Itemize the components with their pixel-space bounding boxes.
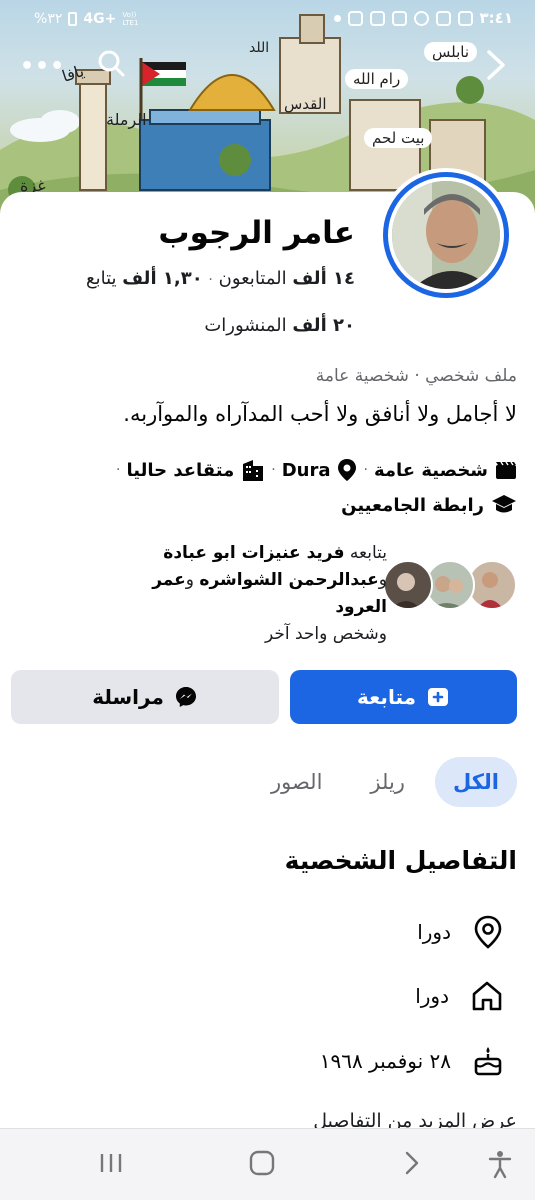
mutual-avatars — [383, 560, 517, 648]
fact-work: متقاعد حاليا — [126, 458, 265, 482]
location-pin-icon — [474, 915, 502, 949]
mutual-prefix: يتابعه — [349, 543, 387, 563]
cover-label: اللد — [249, 40, 270, 56]
person-photo — [392, 573, 420, 608]
whatsapp-icon — [413, 10, 429, 26]
section-title: التفاصيل الشخصية — [284, 846, 517, 875]
status-bar: %٣٢ 4G+ Vo)) LTE1 ٣:٤١ — [0, 0, 535, 40]
accessibility-icon — [488, 1151, 512, 1179]
profile-bio: لا أجامل ولا أنافق ولا أحب المدآراه والم… — [123, 402, 517, 426]
mutual-suffix: وشخص واحد آخر — [264, 624, 387, 644]
cover-label: نابلس — [424, 42, 478, 62]
profile-tabs: الكل ريلز الصور — [253, 757, 517, 807]
status-right: ٣:٤١ — [333, 9, 513, 27]
person-photo — [392, 181, 500, 289]
system-nav-bar — [0, 1128, 535, 1200]
fact-work-label: متقاعد حاليا — [126, 459, 235, 481]
follow-stats: ١٤ ألف المتابعون · ١,٣٠ ألف يتابع — [86, 268, 355, 289]
location-pin-icon — [338, 459, 357, 481]
profile-category: ملف شخصي · شخصية عامة — [315, 366, 517, 386]
followers-label[interactable]: المتابعون — [219, 268, 287, 289]
fact-education-label[interactable]: رابطة الجامعيين — [341, 495, 484, 516]
detail-hometown-label[interactable]: دورا — [415, 984, 449, 1008]
recent-apps-button[interactable] — [97, 1149, 125, 1181]
app-icon — [347, 10, 363, 26]
home-circle-icon — [249, 1150, 275, 1176]
posts-count: ٢٠ ألف — [292, 315, 355, 336]
separator: · — [116, 462, 121, 478]
more-options-button[interactable]: ••• — [20, 54, 65, 94]
facebook-icon — [457, 10, 473, 26]
mutual-conjunction: و — [185, 570, 195, 590]
fact-public-figure-label: شخصية عامة — [373, 459, 488, 481]
intro-facts: شخصية عامة · Dura · متقاعد حاليا · رابطة… — [12, 458, 517, 516]
graduation-cap-icon — [492, 495, 516, 513]
follow-button-label: متابعة — [357, 685, 416, 709]
following-count[interactable]: ١,٣٠ ألف — [122, 268, 202, 289]
follow-icon — [428, 688, 448, 706]
posts-stat: ٢٠ ألف المنشورات — [204, 315, 355, 336]
detail-current-city: دورا — [417, 915, 503, 949]
detail-hometown: دورا — [415, 980, 503, 1012]
following-label[interactable]: يتابع — [86, 268, 117, 289]
profile-avatar[interactable] — [379, 168, 513, 302]
cover-label: رام الله — [345, 69, 409, 89]
message-button[interactable]: مراسلة — [11, 670, 279, 724]
search-button[interactable] — [96, 48, 130, 88]
mutual-name[interactable]: عبدالرحمن الشواشره — [199, 570, 378, 590]
building-icon — [243, 460, 264, 481]
mutual-avatar — [383, 560, 433, 610]
fact-location-label[interactable]: Dura — [282, 460, 331, 481]
separator: · — [363, 462, 368, 478]
recent-apps-icon — [100, 1154, 122, 1172]
mutual-text: يتابعه فريد عنيزات ابو عبادة وعبدالرحمن … — [97, 540, 387, 648]
fact-public-figure: شخصية عامة — [374, 460, 517, 481]
back-nav-button[interactable] — [398, 1149, 426, 1181]
birthday-cake-icon — [474, 1047, 502, 1076]
separator: · — [271, 462, 276, 478]
follow-button[interactable]: متابعة — [290, 670, 517, 724]
messenger-icon — [175, 687, 196, 707]
mutual-name[interactable]: فريد عنيزات ابو عبادة — [163, 543, 344, 563]
battery-text: %٣٢ — [34, 11, 63, 27]
followers-count[interactable]: ١٤ ألف — [292, 268, 355, 289]
detail-current-city-label[interactable]: دورا — [417, 920, 451, 944]
avatar-photo — [392, 181, 500, 289]
detail-birthday-label: ٢٨ نوفمبر ١٩٦٨ — [319, 1049, 451, 1073]
cover-label: القدس — [284, 95, 327, 113]
separator: · — [208, 272, 213, 288]
fact-education: رابطة الجامعيين — [341, 494, 517, 516]
detail-birthday: ٢٨ نوفمبر ١٩٦٨ — [320, 1045, 503, 1077]
network-type: 4G+ — [83, 11, 117, 27]
back-button[interactable] — [483, 48, 515, 88]
notification-dot-icon — [333, 14, 341, 22]
home-button[interactable] — [248, 1149, 276, 1181]
status-left: %٣٢ 4G+ Vo)) LTE1 — [34, 11, 144, 27]
facebook-icon — [369, 10, 385, 26]
tab-photos[interactable]: الصور — [253, 757, 340, 807]
accessibility-button[interactable] — [486, 1149, 514, 1183]
chevron-right-icon — [487, 50, 505, 80]
search-icon — [98, 50, 125, 77]
mutual-conjunction: و — [378, 570, 387, 590]
mutual-followers[interactable]: يتابعه فريد عنيزات ابو عبادة وعبدالرحمن … — [17, 540, 517, 648]
tab-reels[interactable]: ريلز — [352, 757, 423, 807]
tab-all[interactable]: الكل — [434, 757, 517, 807]
clapperboard-icon — [496, 461, 516, 479]
fact-location: Dura — [282, 458, 358, 482]
instagram-icon — [435, 10, 451, 26]
cover-label: بيت لحم — [364, 128, 433, 148]
posts-label: المنشورات — [204, 315, 287, 336]
facebook-icon — [391, 10, 407, 26]
battery-icon — [68, 12, 78, 26]
home-icon — [472, 981, 502, 1011]
network-sub: Vo)) LTE1 — [122, 11, 139, 27]
clock: ٣:٤١ — [479, 9, 513, 27]
message-button-label: مراسلة — [92, 685, 164, 709]
story-ring — [383, 172, 509, 298]
chevron-right-icon — [405, 1151, 419, 1175]
profile-name: عامر الرجوب — [158, 215, 355, 251]
cover-label: الرملة — [106, 110, 147, 129]
